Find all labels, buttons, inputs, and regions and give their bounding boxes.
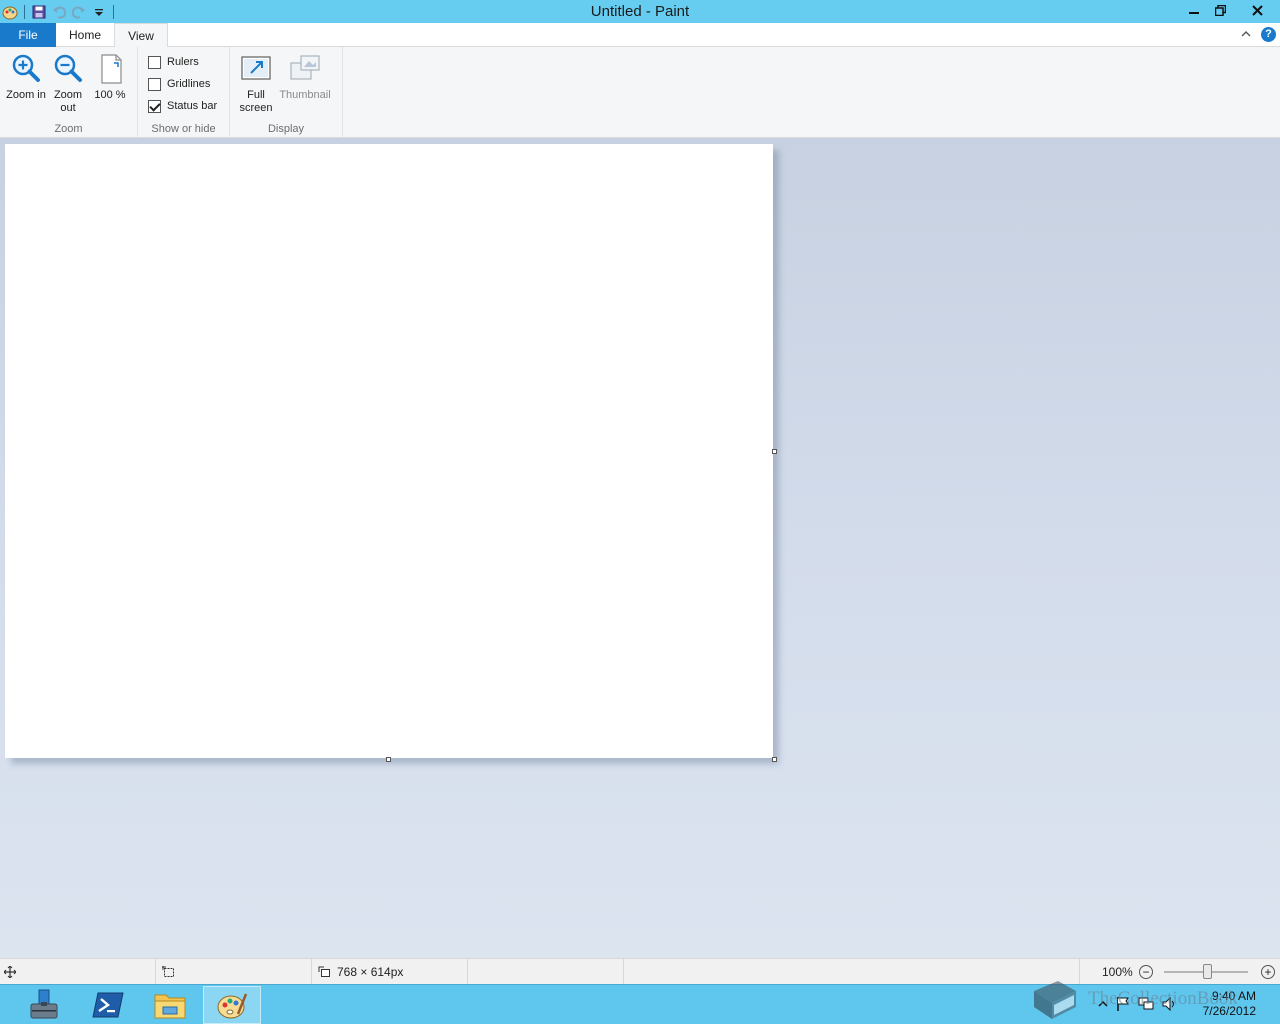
tab-file[interactable]: File [0,23,56,47]
watermark-text: TheCollectionBook [1088,988,1238,1009]
page-icon [101,54,122,84]
gridlines-label: Gridlines [167,78,211,90]
paint-icon [217,993,248,1019]
powershell-icon [92,992,124,1018]
image-size-cell: 768 × 614px [312,959,468,985]
save-icon[interactable] [29,0,49,23]
rulers-checkbox[interactable]: Rulers [148,53,199,71]
close-button[interactable] [1234,0,1280,20]
full-screen-button[interactable]: Full screen [235,53,277,115]
actual-size-button[interactable]: 100 % [90,53,130,102]
gridlines-checkbox-box[interactable] [148,77,161,91]
canvas-workspace [0,138,1280,958]
undo-icon[interactable] [49,0,69,23]
restore-button[interactable] [1207,0,1234,20]
zoom-group-label: Zoom [54,123,83,135]
help-icon[interactable]: ? [1261,27,1276,42]
show-hide-group-label: Show or hide [151,123,216,135]
gridlines-checkbox[interactable]: Gridlines [148,75,210,93]
selection-size-cell [156,959,312,985]
watermark: TheCollectionBook [1028,976,1268,1022]
file-explorer-icon [154,994,186,1019]
drawing-canvas[interactable] [5,144,773,758]
zoom-out-label: Zoom out [53,89,83,114]
thumbnail-icon [290,55,320,80]
ribbon-panel: Zoom in Zoom out 100 % Zoom Show or hide… [0,47,1280,138]
title-bar: Untitled - Paint [0,0,1280,23]
cursor-position-icon [4,966,16,978]
actual-size-label: 100 % [94,89,126,101]
server-manager-icon [30,989,58,1019]
image-size-icon [318,966,330,977]
taskbar-file-explorer[interactable] [142,986,198,1024]
taskbar-paint[interactable] [203,986,261,1024]
status-bar-label: Status bar [167,100,218,112]
tab-view[interactable]: View [114,23,168,48]
zoom-out-icon [54,54,82,82]
display-group: Full screen Thumbnail Display [230,47,343,138]
taskbar-server-manager[interactable] [16,986,72,1024]
zoom-out-button[interactable]: Zoom out [48,53,88,115]
cursor-position-cell [0,959,156,985]
resize-handle-right[interactable] [772,449,777,454]
status-spacer [624,959,1080,985]
tab-home[interactable]: Home [60,23,110,47]
status-bar-checkbox-box[interactable] [148,99,161,113]
paint-app-icon[interactable] [0,0,20,23]
thumbnail-label: Thumbnail [279,89,331,101]
selection-size-icon [162,966,174,977]
full-screen-label: Full screen [239,89,273,114]
collapse-ribbon-icon[interactable] [1238,26,1254,42]
full-screen-icon [241,56,271,80]
resize-handle-bottom[interactable] [386,757,391,762]
zoom-in-label: Zoom in [6,89,46,101]
rulers-checkbox-box[interactable] [148,55,161,69]
thumbnail-button[interactable]: Thumbnail [278,53,332,102]
minimize-button[interactable] [1180,0,1207,20]
customize-qat-icon[interactable] [89,0,109,23]
display-group-label: Display [267,123,305,135]
zoom-in-button[interactable]: Zoom in [6,53,46,102]
ribbon-tabs: File Home View ? [0,23,1280,48]
window-title: Untitled - Paint [590,3,690,20]
taskbar-powershell[interactable] [80,986,136,1024]
book-logo-icon [1034,981,1076,1019]
qat-separator-end [113,4,114,19]
redo-icon[interactable] [69,0,89,23]
image-size-text: 768 × 614px [337,965,404,979]
resize-handle-corner[interactable] [772,757,777,762]
zoom-in-icon [12,54,40,82]
file-size-cell [468,959,624,985]
quick-access-toolbar [0,0,118,23]
qat-separator [24,4,25,19]
zoom-group: Zoom in Zoom out 100 % Zoom [0,47,138,138]
status-bar-checkbox[interactable]: Status bar [148,97,217,115]
window-controls [1180,0,1280,20]
rulers-label: Rulers [167,56,199,68]
